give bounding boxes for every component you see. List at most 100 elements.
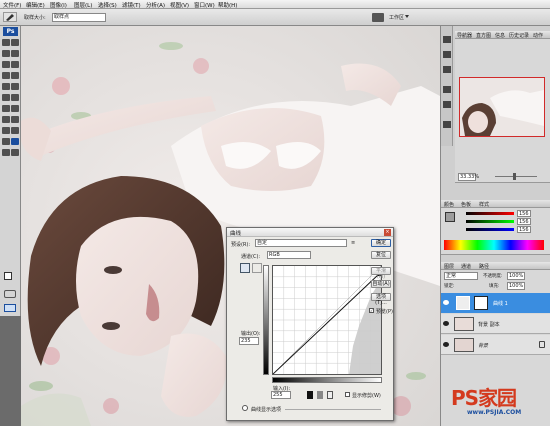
menu-window[interactable]: 窗口(W): [194, 1, 215, 9]
eraser-tool-icon[interactable]: [2, 94, 10, 101]
clone-stamp-icon[interactable]: [2, 83, 10, 90]
marquee-tool-icon[interactable]: [11, 39, 19, 46]
character-panel-icon[interactable]: [443, 86, 451, 93]
tab-navigator[interactable]: 导航器: [457, 32, 472, 39]
crop-tool-icon[interactable]: [2, 61, 10, 68]
blur-tool-icon[interactable]: [2, 105, 10, 112]
zoom-slider-thumb[interactable]: [513, 173, 516, 180]
move-tool-icon[interactable]: [2, 39, 10, 46]
red-value[interactable]: 156: [517, 210, 531, 217]
tab-styles[interactable]: 样式: [479, 201, 489, 208]
blue-value[interactable]: 156: [517, 226, 531, 233]
preview-checkbox[interactable]: ✓: [369, 308, 374, 313]
history-brush-icon[interactable]: [11, 83, 19, 90]
tool-presets-icon[interactable]: [443, 66, 451, 73]
menu-filter[interactable]: 滤镜(T): [122, 1, 141, 9]
curve-display-options-label[interactable]: 曲线显示选项: [251, 406, 281, 413]
auto-button[interactable]: 自动(A): [371, 280, 391, 288]
quick-mask-icon[interactable]: [4, 290, 16, 298]
close-icon[interactable]: ×: [384, 229, 391, 236]
tab-histogram[interactable]: 直方图: [476, 32, 491, 39]
eyedropper-icon[interactable]: [3, 12, 17, 22]
paragraph-panel-icon[interactable]: [443, 101, 451, 108]
green-slider[interactable]: [466, 220, 514, 223]
eye-icon[interactable]: [443, 300, 449, 305]
navigator-zoom-input[interactable]: 33.33%: [458, 173, 479, 181]
hand-tool-icon[interactable]: [2, 149, 10, 156]
preset-select[interactable]: 自定: [255, 239, 347, 247]
blend-mode-select[interactable]: 正常: [444, 272, 478, 280]
menu-layer[interactable]: 图层(L): [74, 1, 92, 9]
eye-icon[interactable]: [443, 321, 449, 326]
menu-select[interactable]: 选择(S): [98, 1, 117, 9]
color-foreground-swatch[interactable]: [445, 212, 455, 222]
red-slider[interactable]: [466, 212, 514, 215]
menu-help[interactable]: 帮助(H): [218, 1, 237, 9]
camera-icon[interactable]: [372, 13, 384, 22]
healing-brush-icon[interactable]: [2, 72, 10, 79]
fill-input[interactable]: 100%: [507, 282, 525, 290]
green-value[interactable]: 156: [517, 218, 531, 225]
preset-options-icon[interactable]: ≡: [351, 240, 359, 246]
clone-source-icon[interactable]: [443, 51, 451, 58]
magic-wand-tool-icon[interactable]: [11, 50, 19, 57]
reset-button[interactable]: 复位: [371, 251, 391, 259]
screen-mode-icon[interactable]: [4, 304, 16, 312]
menu-analysis[interactable]: 分析(A): [146, 1, 165, 9]
chevron-down-icon[interactable]: [405, 15, 409, 18]
input-input[interactable]: 255: [271, 391, 291, 399]
blue-slider[interactable]: [466, 228, 514, 231]
pen-tool-icon[interactable]: [2, 116, 10, 123]
tab-paths[interactable]: 路径: [479, 263, 489, 270]
gray-point-eyedropper-icon[interactable]: [317, 391, 323, 399]
menu-image[interactable]: 图像(I): [50, 1, 67, 9]
show-clipping-checkbox[interactable]: [345, 392, 350, 397]
layer-name[interactable]: 曲线 1: [493, 300, 508, 307]
tab-swatches[interactable]: 色板: [461, 201, 471, 208]
tab-channels[interactable]: 通道: [461, 263, 471, 270]
preview-label[interactable]: 预览(P): [376, 308, 393, 315]
tab-layers[interactable]: 图层: [444, 263, 454, 270]
menu-edit[interactable]: 编辑(E): [26, 1, 45, 9]
brush-panel-icon[interactable]: [443, 36, 451, 43]
show-clipping-label[interactable]: 显示修剪(W): [352, 392, 381, 399]
path-selection-icon[interactable]: [2, 127, 10, 134]
color-spectrum-ramp[interactable]: [444, 240, 544, 250]
lasso-tool-icon[interactable]: [2, 50, 10, 57]
zoom-slider[interactable]: [495, 176, 537, 177]
tab-info[interactable]: 信息: [495, 32, 505, 39]
workspace-label[interactable]: 工作区: [389, 14, 404, 21]
channel-select[interactable]: RGB: [267, 251, 311, 259]
expand-options-icon[interactable]: [242, 405, 248, 411]
layer-name[interactable]: 背景 副本: [478, 321, 500, 328]
menu-file[interactable]: 文件(F): [3, 1, 21, 9]
smooth-button[interactable]: 平滑(M): [371, 267, 391, 280]
shape-tool-icon[interactable]: [11, 127, 19, 134]
brush-tool-icon[interactable]: [11, 72, 19, 79]
layer-row-background[interactable]: 背景: [441, 335, 550, 355]
eye-icon[interactable]: [443, 342, 449, 347]
sample-size-select[interactable]: 取样点: [52, 13, 106, 22]
notes-tool-icon[interactable]: [2, 138, 10, 145]
layer-name[interactable]: 背景: [478, 342, 488, 349]
zoom-tool-icon[interactable]: [11, 149, 19, 156]
foreground-color-swatch[interactable]: [4, 272, 12, 280]
options-button[interactable]: 选项(T)...: [371, 293, 391, 306]
white-point-eyedropper-icon[interactable]: [327, 391, 333, 399]
curve-draw-pencil-icon[interactable]: [252, 263, 262, 273]
ok-button[interactable]: 确定: [371, 239, 391, 247]
output-input[interactable]: 235: [239, 337, 259, 345]
layer-row-background-copy[interactable]: 背景 副本: [441, 314, 550, 334]
tab-color[interactable]: 颜色: [444, 201, 454, 208]
gradient-tool-icon[interactable]: [11, 94, 19, 101]
black-point-eyedropper-icon[interactable]: [307, 391, 313, 399]
curves-graph[interactable]: [272, 265, 382, 375]
tab-actions[interactable]: 动作: [533, 32, 543, 39]
layer-mask-thumbnail[interactable]: [474, 296, 488, 310]
curve-edit-points-icon[interactable]: [240, 263, 250, 273]
dodge-tool-icon[interactable]: [11, 105, 19, 112]
menu-view[interactable]: 视图(V): [170, 1, 189, 9]
slice-tool-icon[interactable]: [11, 61, 19, 68]
eyedropper-tool-icon[interactable]: [11, 138, 19, 145]
tab-history[interactable]: 历史记录: [509, 32, 529, 39]
